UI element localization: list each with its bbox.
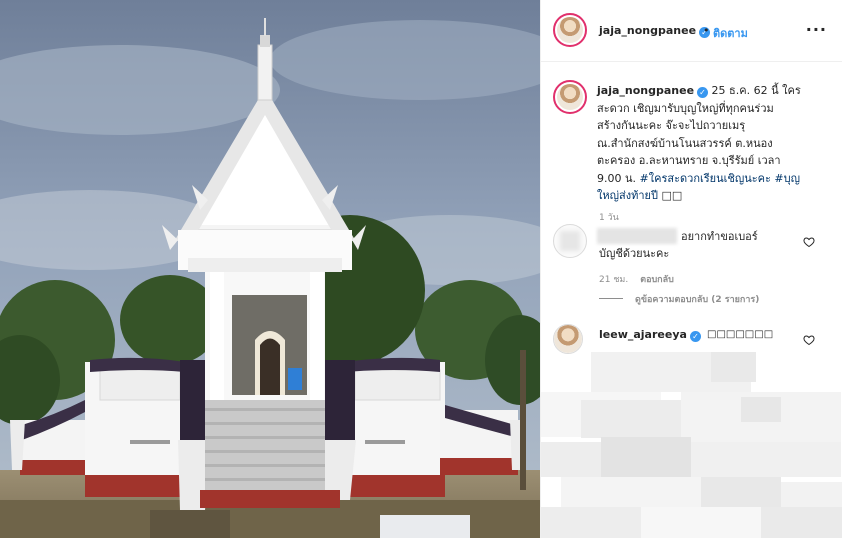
avatar-image: [557, 17, 583, 43]
caption-text: ณ.สำนักสงฆ์บ้านโนนสวรรค์ ต.หนอง: [597, 136, 773, 150]
verified-badge-icon: ✓: [697, 87, 709, 98]
comment-text: □□□□□□□: [707, 329, 774, 340]
author-avatar[interactable]: [553, 13, 587, 47]
comment-meta: 21 ชม. ตอบกลับ: [599, 272, 674, 286]
commenter-username-redacted: [597, 228, 677, 244]
caption-line: 9.00 น. #ใครสะดวกเรียนเชิญนะคะ #บุญ: [597, 170, 829, 188]
post-side-panel: jaja_nongpanee ✓ • ติดตาม ··· jaja_nongpa…: [540, 0, 842, 538]
post-caption: jaja_nongpanee ✓ 25 ธ.ค. 62 นี้ ใคร สะดวก…: [597, 82, 829, 205]
caption-author-avatar[interactable]: [553, 80, 587, 114]
commenter-avatar[interactable]: [553, 224, 587, 258]
post-photo[interactable]: [0, 0, 540, 538]
caption-timestamp[interactable]: 1 วัน: [599, 210, 619, 224]
view-replies-label[interactable]: ดูข้อความตอบกลับ (2 รายการ): [635, 295, 759, 305]
hashtag-link[interactable]: ใหญ่ส่งท้ายปี: [597, 189, 658, 202]
caption-text: สร้างกันนะคะ จ๊ะจะไปถวายเมรุ: [597, 119, 746, 132]
commenter-avatar[interactable]: [553, 324, 583, 354]
comment-timestamp[interactable]: 21 ชม.: [599, 275, 628, 285]
author-username-text[interactable]: jaja_nongpanee: [599, 24, 696, 37]
separator-dot: •: [703, 24, 710, 37]
comment-text: บัญชีด้วยนะคะ: [599, 247, 670, 260]
caption-line: jaja_nongpanee ✓ 25 ธ.ค. 62 นี้ ใคร: [597, 82, 829, 100]
heart-icon[interactable]: [803, 334, 815, 346]
reply-button[interactable]: ตอบกลับ: [640, 275, 674, 285]
more-options-icon[interactable]: ···: [806, 20, 827, 39]
caption-line: ใหญ่ส่งท้ายปี □□: [597, 187, 829, 205]
replies-divider: [599, 298, 623, 299]
redacted-comments-mosaic: [541, 352, 842, 538]
follow-button[interactable]: ติดตาม: [713, 24, 748, 42]
hashtag-link[interactable]: #บุญ: [774, 172, 800, 185]
caption-text: สะดวก เชิญมารับบุญใหญ่ที่ทุกคนร่วม: [597, 101, 774, 115]
author-username[interactable]: jaja_nongpanee ✓: [599, 24, 711, 38]
heart-icon[interactable]: [803, 236, 815, 248]
view-replies-button[interactable]: ดูข้อความตอบกลับ (2 รายการ): [599, 292, 759, 306]
avatar-blur: [560, 231, 580, 251]
commenter-username-text[interactable]: leew_ajareeya: [599, 328, 687, 341]
photo-illustration: [0, 0, 540, 538]
caption-text: ตะครอง อ.ละหานทราย จ.บุรีรัมย์ เวลา: [597, 154, 781, 167]
verified-badge-icon: ✓: [689, 331, 701, 342]
commenter-username[interactable]: leew_ajareeya ✓: [599, 328, 701, 342]
caption-text: 9.00 น.: [597, 171, 637, 185]
hashtag-link[interactable]: #ใครสะดวกเรียนเชิญนะคะ: [640, 172, 771, 185]
comment-text: อยากทำขอเบอร์: [681, 230, 758, 243]
avatar-image: [554, 325, 582, 353]
caption-username[interactable]: jaja_nongpanee: [597, 84, 694, 97]
avatar-image: [557, 84, 583, 110]
caption-text: 25 ธ.ค. 62 นี้ ใคร: [711, 84, 801, 97]
post-header: jaja_nongpanee ✓ • ติดตาม ···: [541, 0, 842, 62]
caption-text: □□: [661, 189, 683, 202]
